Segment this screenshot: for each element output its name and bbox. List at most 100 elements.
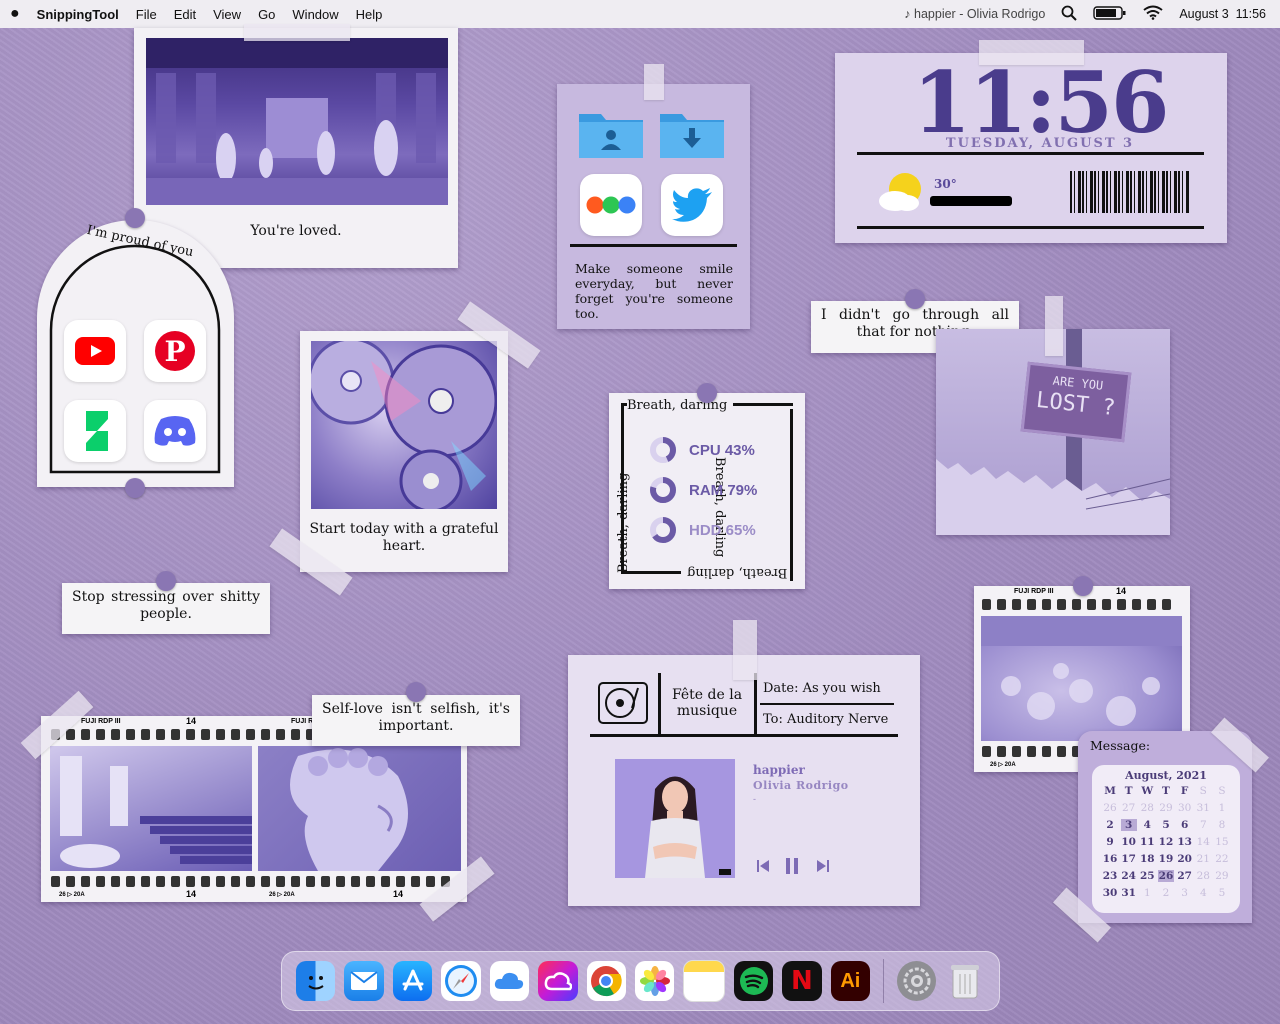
film-arrow-prefix-1: 26 [59, 892, 66, 898]
menu-file[interactable]: File [136, 7, 157, 22]
arch-widget: I'm proud of you P [37, 220, 234, 487]
calendar-week: 23 24 25 26 27 28 29 [1102, 869, 1229, 882]
discord-icon[interactable] [144, 400, 206, 462]
hdd-ring [650, 517, 676, 543]
color-dots-app-icon[interactable] [580, 174, 642, 236]
next-track-icon[interactable] [816, 859, 830, 878]
ram-label: RAM 79% [689, 481, 758, 499]
menu-window[interactable]: Window [292, 7, 338, 22]
song-artist: Olivia Rodrigo [753, 779, 849, 792]
film-frame-num-1: 14 [186, 716, 197, 726]
apple-icon[interactable]: ● [10, 5, 20, 23]
previous-track-icon[interactable] [756, 859, 770, 878]
clock-date: TUESDAY, AUGUST 3 [945, 136, 1135, 151]
svg-text:P: P [164, 335, 185, 368]
battery-icon[interactable] [1093, 5, 1127, 24]
barcode [1070, 171, 1190, 213]
cpu-ring [650, 437, 676, 463]
album-cover [615, 759, 735, 878]
twitter-icon[interactable] [661, 174, 723, 236]
dock-separator [883, 959, 885, 1003]
cpu-label: CPU 43% [689, 441, 755, 459]
film-frame-num-2: 14 [186, 889, 197, 899]
weather-icon [877, 171, 925, 218]
redacted-bar [930, 196, 1012, 206]
menu-bar: ● SnippingTool File Edit View Go Window … [0, 0, 1280, 28]
downloads-folder-icon[interactable] [658, 108, 726, 160]
chrome-icon[interactable] [586, 961, 626, 1001]
film-frame-num-3: 14 [393, 889, 404, 899]
film-single-brand: FUJI RDP III [1014, 588, 1054, 595]
netflix-icon[interactable]: N [782, 961, 822, 1001]
film-single-frame-code: 20A [1004, 762, 1016, 768]
calendar-week: 26 27 28 29 30 31 1 [1103, 801, 1226, 814]
cpu-stat: CPU 43% [649, 436, 755, 464]
menu-edit[interactable]: Edit [174, 7, 196, 22]
film-brand-1: FUJI RDP III [81, 718, 121, 725]
clock-widget: 11:56 TUESDAY, AUGUST 3 30° [835, 53, 1227, 243]
spotify-icon[interactable] [733, 961, 774, 1001]
music-to-line: To: Auditory Nerve [763, 712, 889, 727]
cd-caption: Start today with a grateful heart. [309, 521, 499, 554]
song-title: happier [753, 763, 805, 777]
music-title-block: Fête de la musique [671, 687, 743, 719]
lost-sign-photo: ARE YOU LOST ? [936, 329, 1170, 535]
safari-icon[interactable] [441, 961, 481, 1001]
gallery-photo [146, 38, 448, 205]
app-menu[interactable]: SnippingTool [37, 7, 119, 22]
calendar-week: 30 31 1 2 3 4 5 [1102, 886, 1226, 899]
menubar-date[interactable]: August 3 [1179, 7, 1228, 21]
wifi-icon[interactable] [1143, 5, 1163, 23]
dock: N Ai [281, 951, 1000, 1011]
folder-quote: Make someone smile everyday, but never f… [575, 261, 733, 321]
statue-photo [258, 746, 461, 871]
menu-view[interactable]: View [213, 7, 241, 22]
creative-cloud-icon[interactable] [538, 961, 578, 1001]
hdd-label: HDD 65% [689, 521, 756, 539]
calendar-message-label: Message: [1090, 738, 1151, 753]
system-preferences-icon[interactable] [897, 961, 937, 1001]
ram-ring [650, 477, 676, 503]
calendar-weekdays: MTWTFSS [1104, 784, 1226, 797]
system-stats-widget: Breath, darling Breath, darling Breath, … [609, 393, 805, 589]
folder-widget: Make someone smile everyday, but never f… [557, 84, 750, 329]
ram-stat: RAM 79% [649, 476, 757, 504]
now-playing[interactable]: ♪ happier - Olivia Rodrigo [904, 7, 1045, 21]
film-arrow-prefix-2: 26 [269, 892, 276, 898]
netflix-letter: N [791, 966, 813, 996]
app-store-icon[interactable] [392, 961, 433, 1001]
stats-frame-label-bottom: Breath, darling [687, 565, 788, 580]
calendar-week: 2345678 [1106, 818, 1226, 831]
calendar-week: 9 10 11 12 13 14 15 [1106, 835, 1229, 848]
youtube-icon[interactable] [64, 320, 126, 382]
note-selflove-text: Self-love isn't selfish, it's important. [322, 701, 510, 734]
song-progress: - [753, 794, 756, 804]
music-widget: Fête de la musique Date: As you wish To:… [568, 655, 920, 906]
search-icon[interactable] [1061, 5, 1078, 24]
music-date-line: Date: As you wish [763, 681, 881, 696]
illustrator-letters: Ai [840, 969, 861, 992]
film-single-frame-num: 14 [1116, 586, 1127, 596]
menubar-time[interactable]: 11:56 [1236, 7, 1266, 21]
film-single-arrow-prefix: 26 [990, 762, 997, 768]
mail-icon[interactable] [344, 961, 384, 1001]
stats-frame-label-left: Breath, darling [616, 472, 631, 573]
film-frame-code-1: 20A [73, 892, 85, 898]
icloud-icon[interactable] [489, 961, 530, 1001]
menu-go[interactable]: Go [258, 7, 275, 22]
cd-photo [311, 341, 497, 509]
illustrator-icon[interactable]: Ai [830, 961, 871, 1001]
finder-icon[interactable] [296, 961, 336, 1001]
notes-icon[interactable] [683, 960, 725, 1002]
foam-photo [981, 616, 1182, 741]
note-stop-text: Stop stressing over shitty people. [72, 589, 260, 622]
menu-help[interactable]: Help [356, 7, 383, 22]
trash-icon[interactable] [945, 961, 984, 1001]
pinterest-icon[interactable]: P [144, 320, 206, 382]
deviantart-icon[interactable] [64, 400, 126, 462]
pause-icon[interactable] [785, 858, 799, 879]
user-folder-icon[interactable] [577, 108, 645, 160]
photos-icon[interactable] [634, 961, 675, 1001]
staircase-photo [50, 746, 252, 871]
cd-polaroid: Start today with a grateful heart. [300, 331, 508, 572]
